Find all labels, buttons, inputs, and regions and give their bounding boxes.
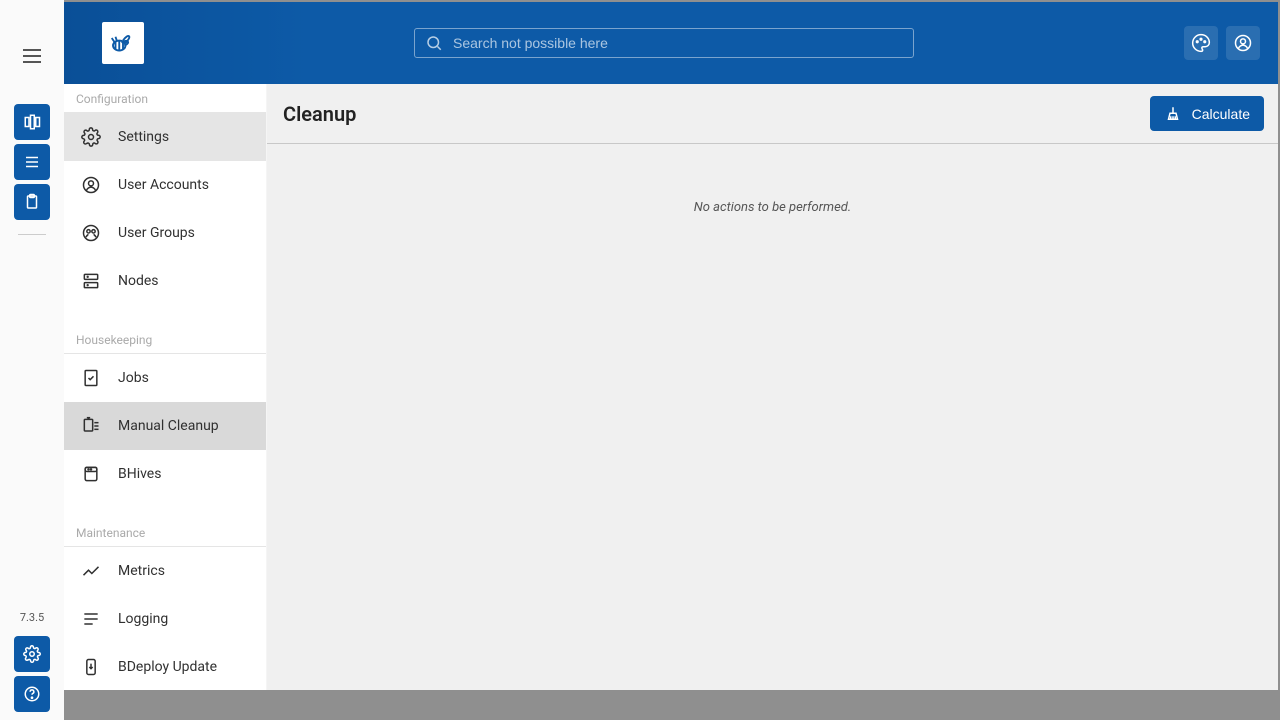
app-logo[interactable] — [102, 22, 144, 64]
account-icon — [1233, 33, 1253, 53]
gear-icon — [23, 645, 41, 663]
nav-jobs[interactable]: Jobs — [64, 354, 266, 402]
cleanup-icon — [81, 416, 101, 436]
main-content: Cleanup Calculate No actions to be perfo… — [267, 84, 1278, 690]
page-title: Cleanup — [283, 102, 356, 126]
nav-nodes[interactable]: Nodes — [64, 257, 266, 305]
nav-label: Manual Cleanup — [118, 418, 219, 434]
version-label: 7.3.5 — [20, 611, 44, 624]
empty-message: No actions to be performed. — [694, 200, 851, 690]
menu-icon — [20, 44, 44, 68]
nav-label: User Accounts — [118, 177, 209, 193]
clipboard-icon — [23, 193, 41, 211]
account-button[interactable] — [1226, 26, 1260, 60]
nav-label: User Groups — [118, 225, 195, 241]
group-icon — [81, 223, 101, 243]
app-container: Configuration Settings User Accounts Use… — [64, 2, 1278, 690]
nav-settings[interactable]: Settings — [64, 113, 266, 161]
section-housekeeping: Housekeeping — [64, 325, 266, 354]
gear-icon — [81, 127, 101, 147]
nav-label: Metrics — [118, 563, 165, 579]
nav-user-groups[interactable]: User Groups — [64, 209, 266, 257]
nav-label: Settings — [118, 129, 169, 145]
list-icon — [23, 153, 41, 171]
rail-top-group — [14, 104, 50, 220]
calculate-label: Calculate — [1192, 106, 1250, 122]
hamburger-menu[interactable] — [12, 36, 52, 76]
section-configuration: Configuration — [64, 84, 266, 113]
search-input[interactable] — [453, 35, 903, 51]
rail-item-clipboard[interactable] — [14, 184, 50, 220]
nav-user-accounts[interactable]: User Accounts — [64, 161, 266, 209]
broom-icon — [1164, 105, 1182, 123]
nav-label: Logging — [118, 611, 168, 627]
rail-item-list[interactable] — [14, 144, 50, 180]
nav-metrics[interactable]: Metrics — [64, 547, 266, 595]
search-icon — [425, 34, 443, 52]
rail-item-panels[interactable] — [14, 104, 50, 140]
nav-bdeploy-update[interactable]: BDeploy Update — [64, 643, 266, 690]
task-icon — [81, 368, 101, 388]
nav-bhives[interactable]: BHives — [64, 450, 266, 498]
storage-icon — [81, 464, 101, 484]
rail-item-settings[interactable] — [14, 636, 50, 672]
server-icon — [81, 271, 101, 291]
nav-logging[interactable]: Logging — [64, 595, 266, 643]
body: Configuration Settings User Accounts Use… — [64, 84, 1278, 690]
chart-icon — [81, 561, 101, 581]
rail-divider — [18, 234, 46, 235]
nav-label: BHives — [118, 466, 161, 482]
nav-label: BDeploy Update — [118, 659, 217, 675]
nav-label: Jobs — [118, 370, 149, 386]
rail-item-help[interactable] — [14, 676, 50, 712]
calculate-button[interactable]: Calculate — [1150, 96, 1264, 131]
theme-button[interactable] — [1184, 26, 1218, 60]
left-rail: 7.3.5 — [0, 0, 64, 720]
panels-icon — [23, 113, 41, 131]
user-icon — [81, 175, 101, 195]
nav-label: Nodes — [118, 273, 159, 289]
rail-bottom-group — [14, 636, 50, 712]
sidebar: Configuration Settings User Accounts Use… — [64, 84, 267, 690]
bee-icon — [108, 28, 138, 58]
section-maintenance: Maintenance — [64, 518, 266, 547]
help-icon — [23, 685, 41, 703]
update-icon — [81, 657, 101, 677]
search-box[interactable] — [414, 28, 914, 58]
topbar — [64, 2, 1278, 84]
main-header: Cleanup Calculate — [267, 84, 1278, 144]
palette-icon — [1191, 33, 1211, 53]
log-icon — [81, 609, 101, 629]
nav-manual-cleanup[interactable]: Manual Cleanup — [64, 402, 266, 450]
